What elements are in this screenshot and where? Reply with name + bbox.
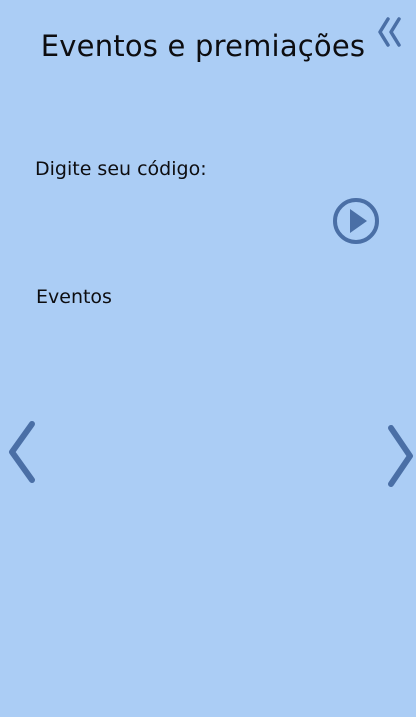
code-input[interactable] (35, 196, 319, 242)
double-chevron-left-icon (378, 17, 401, 47)
events-screen: Eventos e premiações Digite seu código: … (0, 0, 416, 717)
play-circle-icon (333, 198, 379, 244)
chevron-right-icon (388, 425, 413, 487)
events-carousel (48, 330, 368, 690)
collapse-button[interactable] (374, 15, 404, 49)
chevron-left-icon (9, 421, 35, 483)
events-label: Eventos (36, 286, 112, 308)
next-event-button[interactable] (382, 422, 416, 490)
previous-event-button[interactable] (4, 418, 40, 486)
submit-code-button[interactable] (331, 196, 381, 246)
page-title: Eventos e premiações (40, 29, 366, 63)
code-label: Digite seu código: (35, 158, 207, 180)
